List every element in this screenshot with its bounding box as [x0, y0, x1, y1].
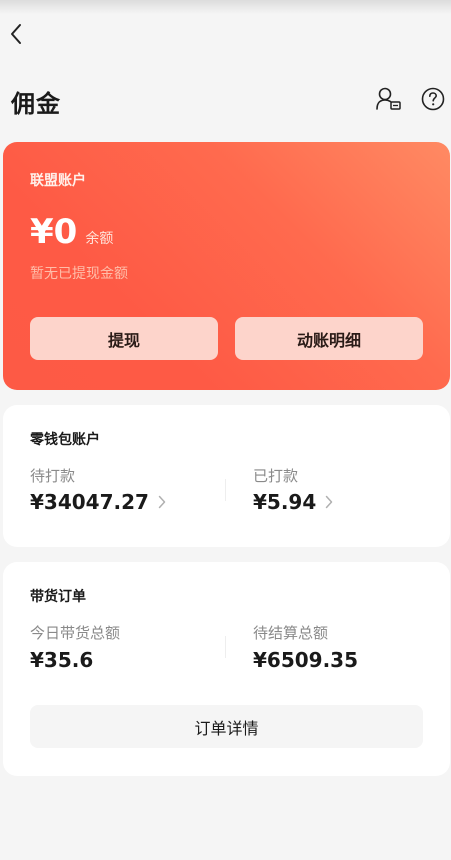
- pending-payment-value: ¥34047.27: [30, 490, 149, 514]
- withdraw-button[interactable]: 提现: [30, 317, 218, 360]
- back-button[interactable]: [2, 22, 30, 50]
- page-title: 佣金: [11, 90, 61, 118]
- transaction-details-button[interactable]: 动账明细: [235, 317, 423, 360]
- chevron-right-icon: [158, 495, 166, 509]
- chevron-left-icon: [9, 23, 23, 49]
- withdraw-status-text: 暂无已提现金额: [30, 266, 128, 282]
- user-account-icon: [375, 86, 403, 116]
- today-sales-value: ¥35.6: [30, 648, 94, 672]
- pending-payment-link[interactable]: ¥34047.27: [30, 490, 166, 514]
- today-sales-label: 今日带货总额: [30, 624, 121, 642]
- chevron-right-icon: [325, 495, 333, 509]
- balance-amount: ¥0 余额: [30, 212, 113, 252]
- paid-link[interactable]: ¥5.94: [253, 490, 333, 514]
- sales-orders-card: 带货订单 今日带货总额 ¥35.6 待结算总额 ¥6509.35 订单详情: [3, 562, 450, 776]
- sales-orders-title: 带货订单: [30, 589, 86, 605]
- pending-settlement-value: ¥6509.35: [253, 648, 359, 672]
- alliance-account-card: 联盟账户 ¥0 余额 暂无已提现金额 提现 动账明细: [3, 142, 450, 390]
- status-bar-shade: [0, 0, 451, 14]
- help-button[interactable]: [418, 86, 448, 116]
- order-details-button[interactable]: 订单详情: [30, 705, 423, 748]
- pending-settlement-label: 待结算总额: [253, 624, 329, 642]
- balance-unit: 余额: [85, 231, 114, 247]
- help-circle-icon: [421, 87, 445, 115]
- divider: [225, 636, 226, 658]
- pending-payment-label: 待打款: [30, 467, 76, 485]
- paid-label: 已打款: [253, 467, 299, 485]
- balance-value: ¥0: [30, 212, 78, 252]
- wallet-account-title: 零钱包账户: [30, 432, 100, 448]
- paid-value: ¥5.94: [253, 490, 317, 514]
- header-actions: [374, 86, 448, 116]
- alliance-account-title: 联盟账户: [30, 173, 86, 189]
- divider: [225, 479, 226, 501]
- wallet-account-card: 零钱包账户 待打款 ¥34047.27 已打款 ¥5.94: [3, 405, 450, 547]
- user-account-button[interactable]: [374, 86, 404, 116]
